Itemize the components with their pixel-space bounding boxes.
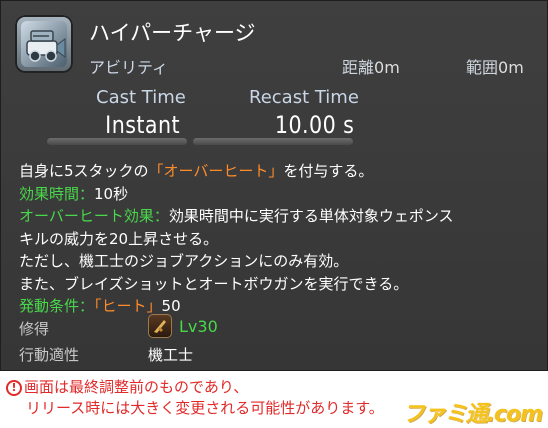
desc-line-overheat-effect: オーバーヒート効果：効果時間中に実行する単体対象ウェポンス — [19, 207, 454, 225]
desc-line-1: 自身に5スタックの「オーバーヒート」を付与する。 — [19, 162, 374, 180]
machinist-job-icon — [148, 314, 172, 338]
acquired-level: Lv30 — [179, 317, 218, 336]
gun-icon — [154, 320, 166, 333]
cast-time-value: Instant — [105, 111, 180, 139]
desc-line-6: また、ブレイズショットとオートボウガンを実行できる。 — [19, 274, 409, 293]
notice-line-2: リリース時には大きく変更される可能性があります。 — [26, 399, 384, 417]
desc-line-5: ただし、機工士のジョブアクションにのみ有効。 — [19, 252, 349, 270]
desc-line-condition: 発動条件：「ヒート」50 — [19, 297, 181, 315]
radius-value: 0m — [498, 58, 524, 77]
distance-info: 距離0m — [342, 54, 400, 78]
recast-time-label: Recast Time — [249, 87, 359, 108]
radius-info: 範囲0m — [466, 54, 524, 78]
distance-value: 0m — [374, 58, 400, 77]
radius-label: 範囲 — [466, 58, 499, 77]
watermark-logo: ファミ通.com — [402, 402, 543, 427]
job-value: 機工士 — [148, 346, 194, 364]
machinery-icon — [26, 30, 66, 62]
cast-time-bar — [47, 138, 187, 145]
acquired-label: 修得 — [19, 320, 50, 338]
action-type: アビリティ — [89, 58, 169, 77]
job-label: 行動適性 — [19, 346, 80, 364]
desc-line-duration: 効果時間：10秒 — [19, 184, 129, 203]
cast-time-label: Cast Time — [96, 87, 186, 108]
notice: ! 画面は最終調整前のものであり、 リリース時には大きく変更される可能性があります… — [6, 377, 384, 419]
desc-line-4: キルの威力を20上昇させる。 — [19, 229, 219, 248]
recast-time-value: 10.00 s — [274, 111, 354, 139]
recast-time-bar — [193, 138, 353, 145]
distance-label: 距離 — [342, 58, 375, 77]
action-tooltip: ハイパーチャージ アビリティ 距離0m 範囲0m Cast Time Recas… — [0, 0, 548, 371]
action-name: ハイパーチャージ — [89, 21, 256, 45]
notice-line-1: ! 画面は最終調整前のものであり、 — [6, 377, 384, 398]
exclamation-circle-icon: ! — [6, 380, 22, 396]
hypercharge-action-icon — [15, 15, 73, 73]
action-description: 自身に5スタックの「オーバーヒート」を付与する。 効果時間：10秒 オーバーヒー… — [19, 160, 539, 318]
